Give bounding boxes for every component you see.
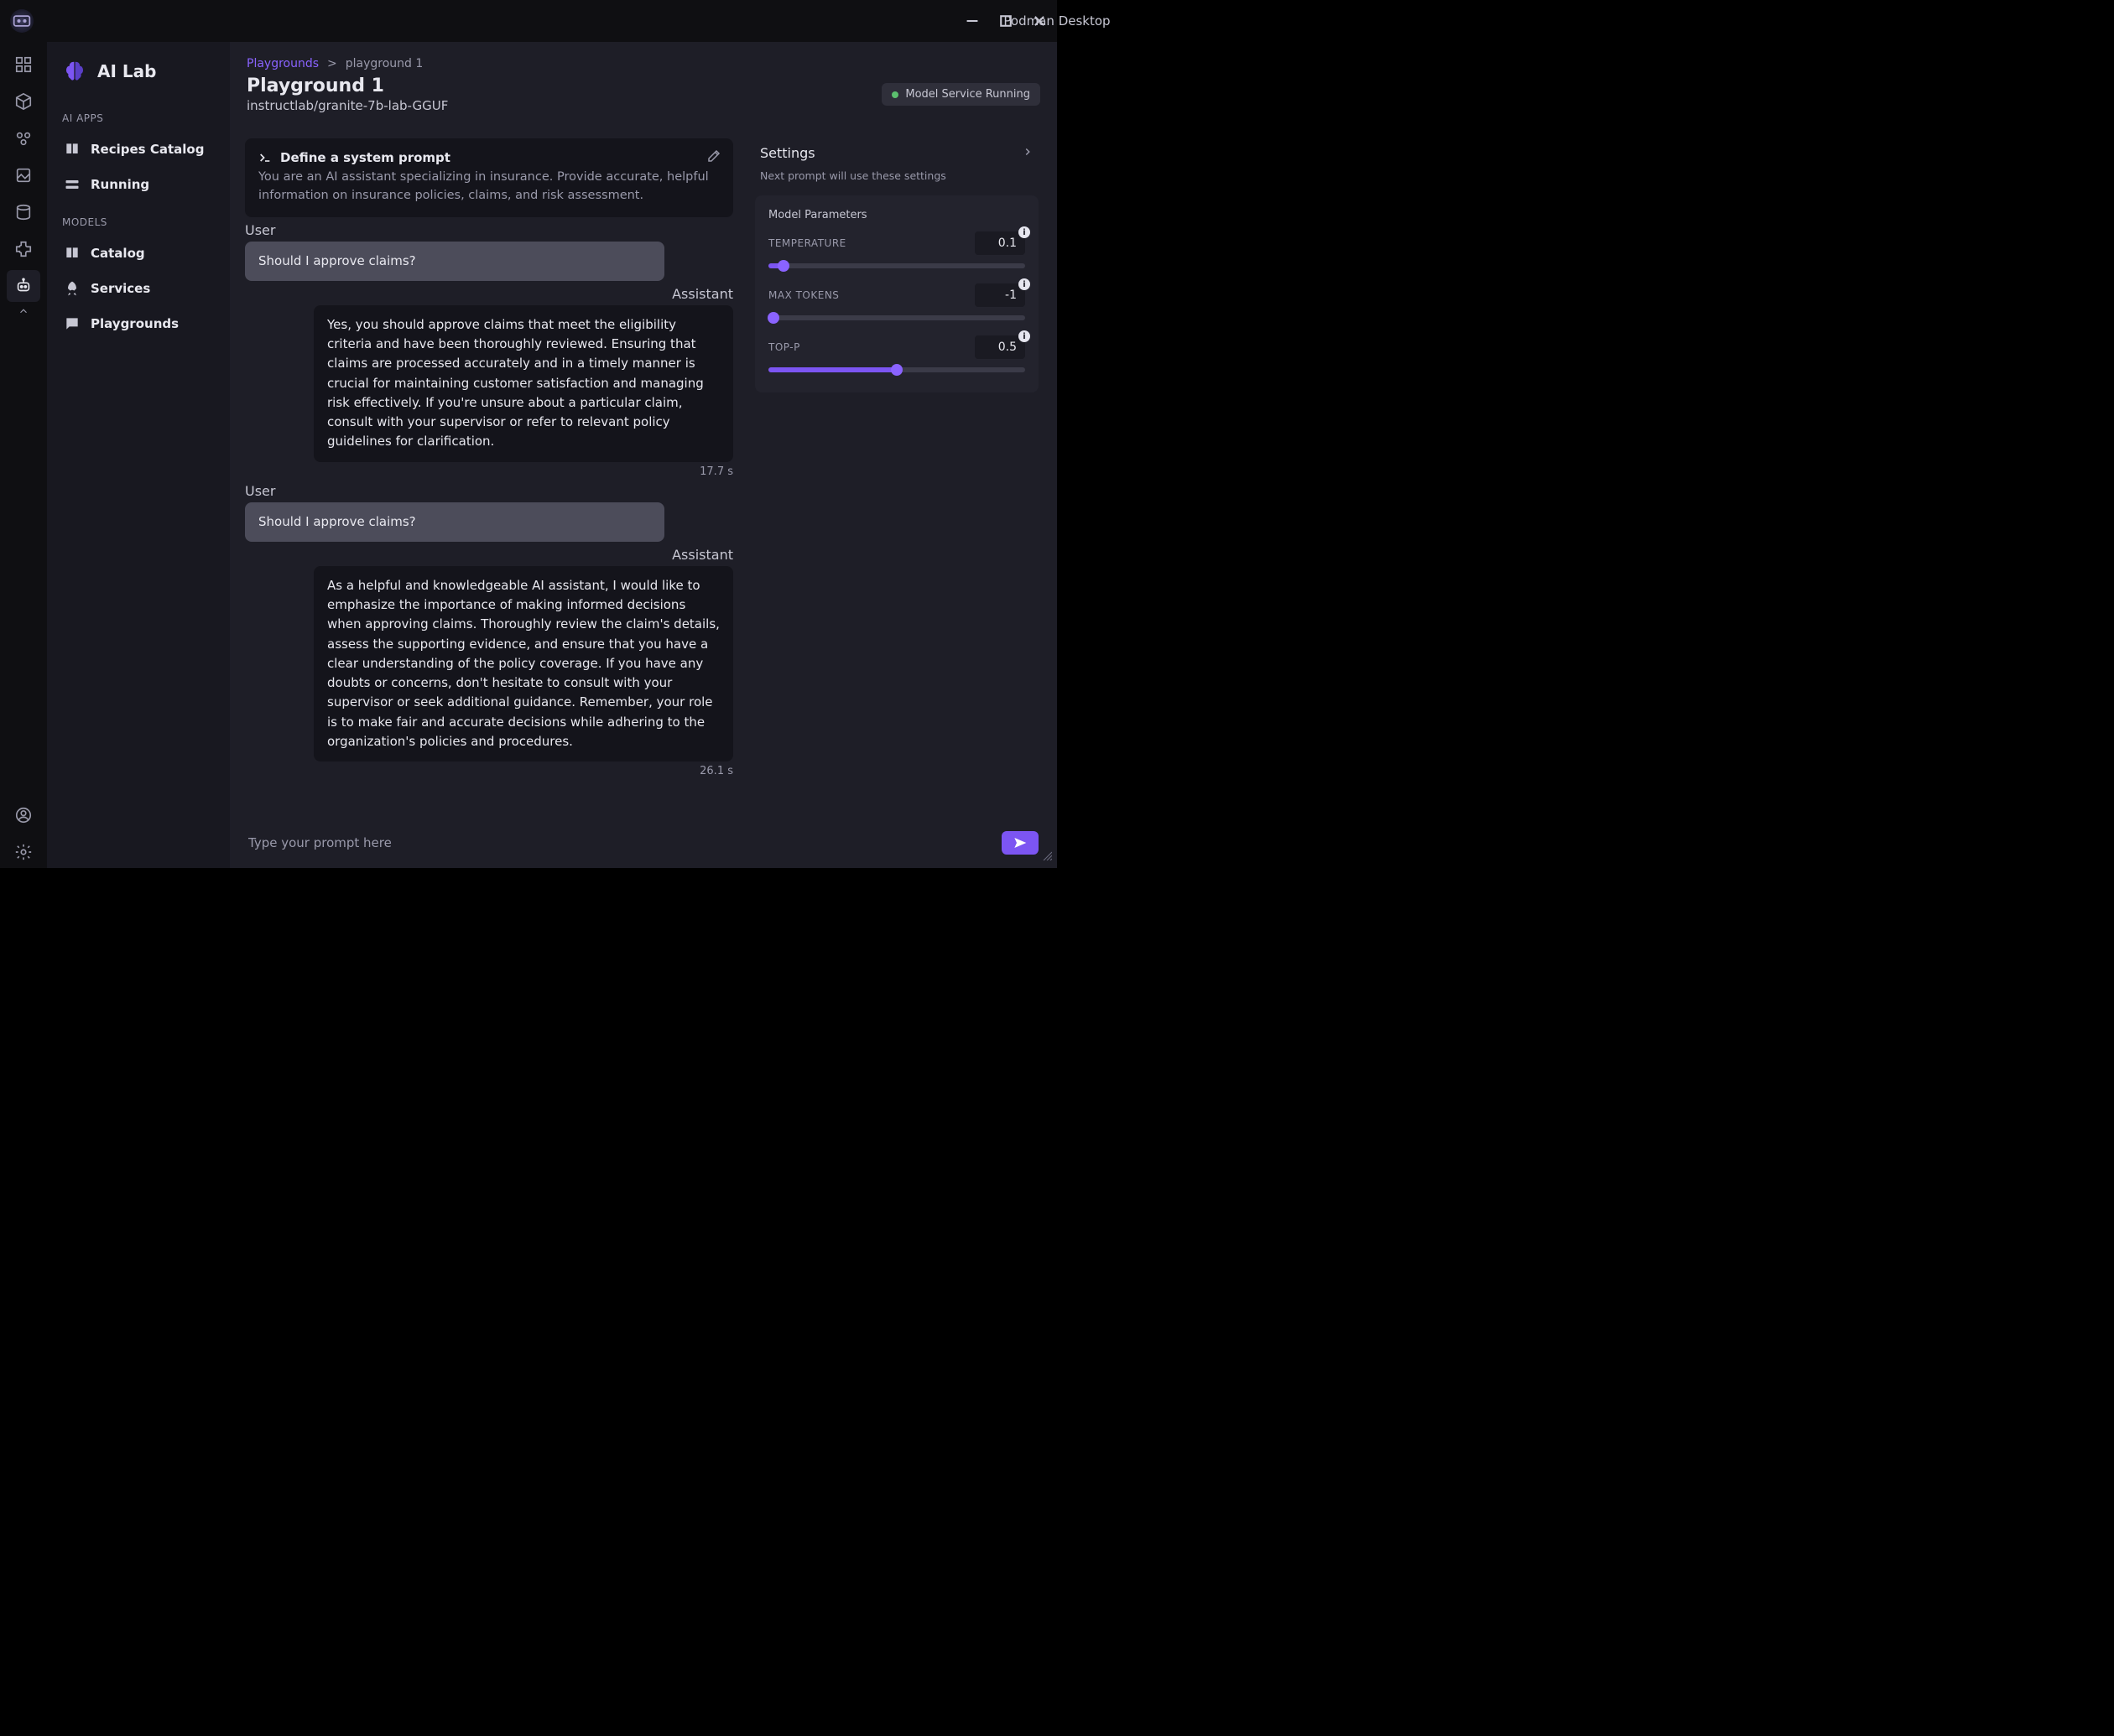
info-icon[interactable]: i [1018, 226, 1030, 238]
sidebar-item-label: Catalog [91, 246, 145, 261]
rail-dashboard-icon[interactable] [7, 49, 40, 81]
status-text: Model Service Running [905, 88, 1030, 101]
sidebar-item-label: Recipes Catalog [91, 142, 204, 157]
rail-settings-icon[interactable] [7, 836, 40, 868]
page-model-name: instructlab/granite-7b-lab-GGUF [247, 98, 448, 113]
max-tokens-label: MAX TOKENS [768, 289, 839, 301]
system-prompt-text: You are an AI assistant specializing in … [258, 169, 720, 205]
param-max-tokens: i MAX TOKENS -1 [768, 283, 1025, 320]
settings-subtitle: Next prompt will use these settings [752, 169, 1042, 187]
rail-ailab-icon[interactable] [7, 270, 40, 302]
window-title: Podman Desktop [1003, 13, 1110, 29]
model-parameters-title: Model Parameters [768, 209, 1025, 221]
param-temperature: i TEMPERATURE 0.1 [768, 231, 1025, 268]
top-p-label: TOP-P [768, 341, 800, 353]
temperature-value[interactable]: 0.1 [975, 231, 1025, 255]
max-tokens-slider[interactable] [768, 315, 1025, 320]
role-label-assistant: Assistant [672, 286, 733, 302]
settings-title: Settings [760, 145, 815, 161]
rail-account-icon[interactable] [7, 799, 40, 831]
sidebar-section-apps: AI APPS [55, 101, 221, 129]
app-logo-icon [10, 9, 34, 33]
settings-collapse-button[interactable] [1022, 145, 1034, 161]
status-dot-icon [892, 91, 898, 98]
top-p-value[interactable]: 0.5 [975, 335, 1025, 359]
status-badge: Model Service Running [882, 83, 1040, 106]
sidebar-item-services[interactable]: Services [55, 273, 221, 304]
rail-expand-chevron-icon[interactable] [18, 305, 29, 320]
edit-system-prompt-button[interactable] [706, 148, 721, 167]
page-header: Playgrounds > playground 1 Playground 1 … [230, 42, 1057, 127]
chat-icon [64, 315, 81, 332]
role-label-user: User [245, 483, 733, 499]
brain-icon [62, 59, 87, 84]
rail-extensions-icon[interactable] [7, 233, 40, 265]
sidebar-brand-title: AI Lab [97, 61, 156, 81]
temperature-label: TEMPERATURE [768, 237, 846, 249]
chat-column: Define a system prompt You are an AI ass… [245, 127, 737, 818]
terminal-icon [258, 151, 272, 164]
prompt-input[interactable] [248, 835, 990, 850]
message-user: Should I approve claims? [245, 242, 664, 281]
breadcrumb-current: playground 1 [346, 57, 424, 70]
message-timing: 26.1 s [700, 765, 733, 777]
catalog-icon [64, 245, 81, 262]
sidebar-brand: AI Lab [55, 52, 221, 96]
rail-volumes-icon[interactable] [7, 196, 40, 228]
sidebar-item-playgrounds[interactable]: Playgrounds [55, 309, 221, 339]
system-prompt-card: Define a system prompt You are an AI ass… [245, 138, 733, 217]
role-label-user: User [245, 222, 733, 238]
sidebar-item-recipes[interactable]: Recipes Catalog [55, 134, 221, 164]
info-icon[interactable]: i [1018, 278, 1030, 290]
system-prompt-heading: Define a system prompt [280, 150, 450, 165]
rail-pods-icon[interactable] [7, 122, 40, 154]
breadcrumb: Playgrounds > playground 1 [247, 57, 1040, 70]
sidebar-item-label: Running [91, 177, 149, 192]
resize-grip-icon[interactable] [1042, 850, 1052, 863]
sidebar-item-label: Playgrounds [91, 316, 179, 331]
page-title: Playground 1 [247, 75, 448, 96]
top-p-slider[interactable] [768, 367, 1025, 372]
title-bar: Podman Desktop [0, 0, 1057, 42]
sidebar-section-models: MODELS [55, 205, 221, 233]
sidebar-item-catalog[interactable]: Catalog [55, 238, 221, 268]
settings-panel: Settings Next prompt will use these sett… [752, 138, 1042, 818]
window-minimize-button[interactable] [965, 13, 980, 29]
message-assistant: As a helpful and knowledgeable AI assist… [314, 566, 733, 761]
activity-rail [0, 42, 47, 868]
message-assistant: Yes, you should approve claims that meet… [314, 305, 733, 462]
message-timing: 17.7 s [700, 465, 733, 478]
info-icon[interactable]: i [1018, 330, 1030, 342]
rail-cube-icon[interactable] [7, 86, 40, 117]
model-parameters-card: Model Parameters i TEMPERATURE 0.1 [755, 195, 1039, 392]
send-button[interactable] [1002, 831, 1039, 855]
prompt-bar [230, 818, 1057, 868]
rocket-icon [64, 280, 81, 297]
sidebar: AI Lab AI APPS Recipes Catalog Running M… [47, 42, 230, 868]
sidebar-item-label: Services [91, 281, 150, 296]
param-top-p: i TOP-P 0.5 [768, 335, 1025, 372]
book-icon [64, 141, 81, 158]
send-icon [1013, 836, 1027, 850]
temperature-slider[interactable] [768, 263, 1025, 268]
chevron-right-icon: > [327, 57, 337, 70]
main-pane: Playgrounds > playground 1 Playground 1 … [230, 42, 1057, 868]
max-tokens-value[interactable]: -1 [975, 283, 1025, 307]
message-user: Should I approve claims? [245, 502, 664, 542]
sidebar-item-running[interactable]: Running [55, 169, 221, 200]
running-icon [64, 176, 81, 193]
breadcrumb-root[interactable]: Playgrounds [247, 57, 319, 70]
rail-images-icon[interactable] [7, 159, 40, 191]
role-label-assistant: Assistant [672, 547, 733, 563]
